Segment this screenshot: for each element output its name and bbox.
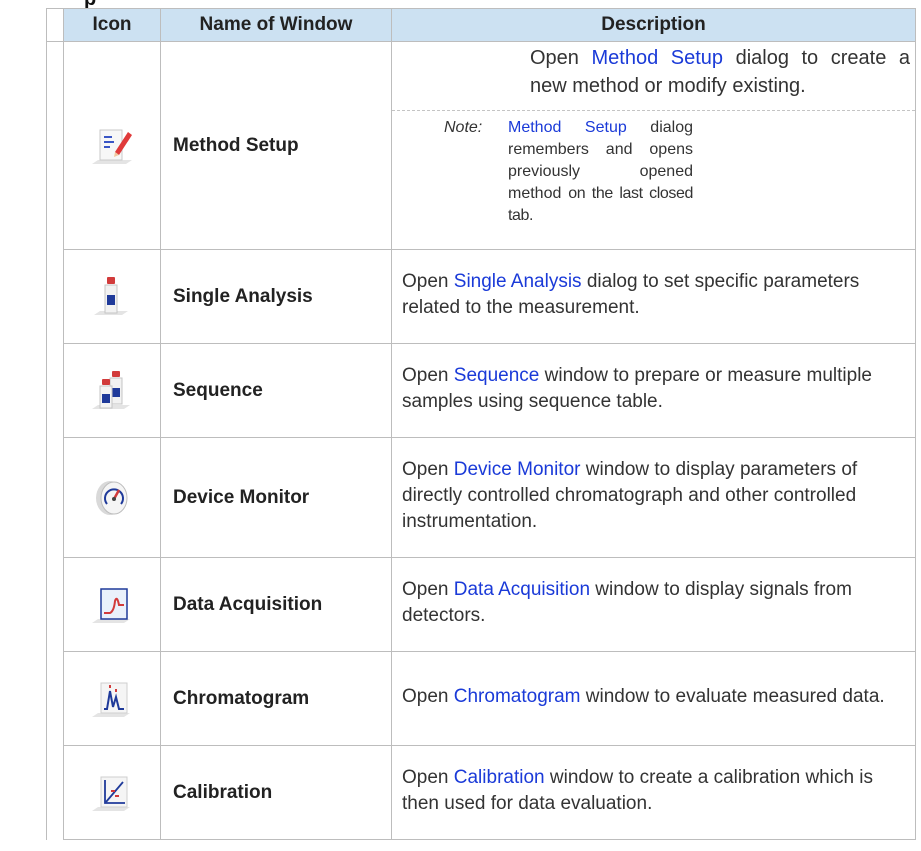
icon-cell — [63, 557, 161, 652]
table-row: Method Setup Open Method Setup dialog to… — [46, 41, 916, 250]
desc-prefix: Open — [402, 766, 454, 788]
column-header-description: Description — [391, 8, 916, 42]
desc-prefix: Open — [402, 685, 454, 707]
window-name: Chromatogram — [160, 651, 392, 746]
row-spacer — [46, 343, 64, 438]
desc-prefix: Open — [402, 364, 454, 386]
table-row: Device Monitor Open Device Monitor windo… — [46, 437, 916, 558]
method-setup-link[interactable]: Method Setup — [591, 47, 723, 69]
chromatogram-icon — [92, 682, 130, 717]
row-spacer — [46, 437, 64, 558]
window-description: Open Calibration window to create a cali… — [391, 745, 916, 840]
icon-cell — [63, 745, 161, 840]
window-description: Open Method Setup dialog to create a new… — [391, 41, 916, 250]
calibration-link[interactable]: Calibration — [454, 767, 545, 788]
desc-prefix: Open — [402, 458, 454, 480]
icon-cell — [63, 437, 161, 558]
window-description: Open Data Acquisition window to display … — [391, 557, 916, 652]
window-name: Sequence — [160, 343, 392, 438]
calibration-icon — [92, 776, 130, 811]
sequence-link[interactable]: Sequence — [454, 365, 540, 386]
icon-cell — [63, 249, 161, 344]
single-analysis-link[interactable]: Single Analysis — [454, 271, 582, 292]
desc-prefix: Open — [402, 578, 454, 600]
row-spacer — [46, 249, 64, 344]
note-text: Method Setup dialog remembers and opens … — [508, 117, 693, 227]
table-row: Data Acquisition Open Data Acquisition w… — [46, 557, 916, 652]
table-header-row: Icon Name of Window Description — [46, 8, 916, 42]
table-row: Chromatogram Open Chromatogram window to… — [46, 651, 916, 746]
window-description: Open Chromatogram window to evaluate mea… — [391, 651, 916, 746]
window-description: Open Sequence window to prepare or measu… — [391, 343, 916, 438]
data-acquisition-link[interactable]: Data Acquisition — [454, 579, 590, 600]
icon-cell — [63, 651, 161, 746]
window-description: Open Device Monitor window to display pa… — [391, 437, 916, 558]
column-header-icon: Icon — [63, 8, 161, 42]
window-name: Device Monitor — [160, 437, 392, 558]
method-setup-icon — [92, 129, 132, 164]
window-name: Data Acquisition — [160, 557, 392, 652]
column-header-name: Name of Window — [160, 8, 392, 42]
header-spacer — [46, 8, 64, 42]
windows-table: Icon Name of Window Description Method S… — [46, 8, 916, 840]
single-analysis-icon — [94, 276, 128, 315]
note-block: Note: Method Setup dialog remembers and … — [392, 110, 915, 227]
data-acquisition-icon — [92, 587, 130, 623]
note-label: Note: — [444, 119, 483, 136]
row-spacer — [46, 745, 64, 840]
table-row: Calibration Open Calibration window to c… — [46, 745, 916, 840]
row-spacer — [46, 557, 64, 652]
window-description: Open Single Analysis dialog to set speci… — [391, 249, 916, 344]
sequence-icon — [92, 370, 130, 409]
description-text: Open Method Setup dialog to create a new… — [530, 42, 910, 100]
window-name: Method Setup — [160, 41, 392, 250]
row-spacer — [46, 41, 64, 250]
method-setup-note-link[interactable]: Method Setup — [508, 119, 627, 136]
chromatogram-link[interactable]: Chromatogram — [454, 686, 581, 707]
icon-cell — [63, 41, 161, 250]
table-row: Single Analysis Open Single Analysis dia… — [46, 249, 916, 344]
device-monitor-link[interactable]: Device Monitor — [454, 459, 581, 480]
desc-prefix: Open — [530, 47, 592, 69]
icon-cell — [63, 343, 161, 438]
table-row: Sequence Open Sequence window to prepare… — [46, 343, 916, 438]
row-spacer — [46, 651, 64, 746]
device-monitor-icon — [96, 480, 128, 515]
desc-suffix: window to evaluate measured data. — [580, 685, 885, 707]
window-name: Single Analysis — [160, 249, 392, 344]
desc-prefix: Open — [402, 270, 454, 292]
window-name: Calibration — [160, 745, 392, 840]
